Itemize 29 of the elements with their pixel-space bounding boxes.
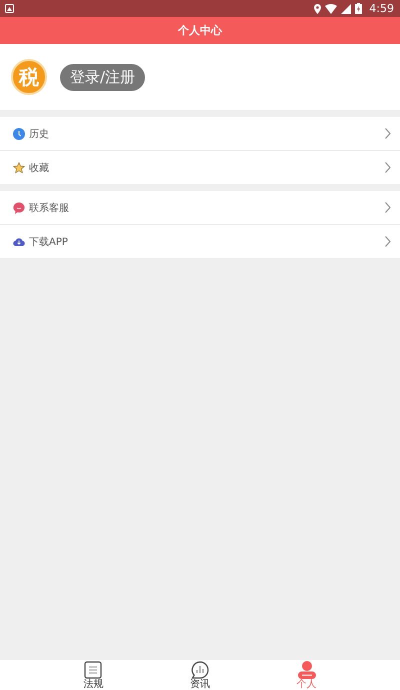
document-icon [84,660,102,678]
menu-item[interactable]: 下载APP [0,224,400,258]
location-icon [314,4,322,14]
chat-icon [13,202,25,214]
menu-item[interactable]: 收藏 [0,150,400,184]
menu-label: 历史 [29,128,50,140]
login-button[interactable]: 登录/注册 [60,64,146,90]
chevron-right-icon [385,202,391,213]
menu-label: 联系客服 [29,202,70,214]
clock-icon [13,128,25,140]
star-icon [13,162,25,174]
app-logo: 税 [11,59,47,95]
tab[interactable]: 资讯 [190,660,210,690]
signal-icon [341,4,352,14]
wifi-icon [325,4,338,14]
notification-icon [5,4,14,13]
status-time: 4:59 [369,2,394,15]
page-title: 个人中心 [178,23,222,38]
chevron-right-icon [385,128,391,139]
chevron-right-icon [385,236,391,247]
menu-item[interactable]: 联系客服 [0,191,400,224]
menu-label: 下载APP [29,236,69,248]
menu-item[interactable]: 历史 [0,117,400,150]
tab[interactable]: 法规 [83,660,104,690]
chart-bubble-icon [190,660,209,678]
chevron-right-icon [385,162,391,173]
menu-label: 收藏 [29,162,50,174]
battery-icon [355,3,362,14]
cloud-download-icon [13,236,25,248]
